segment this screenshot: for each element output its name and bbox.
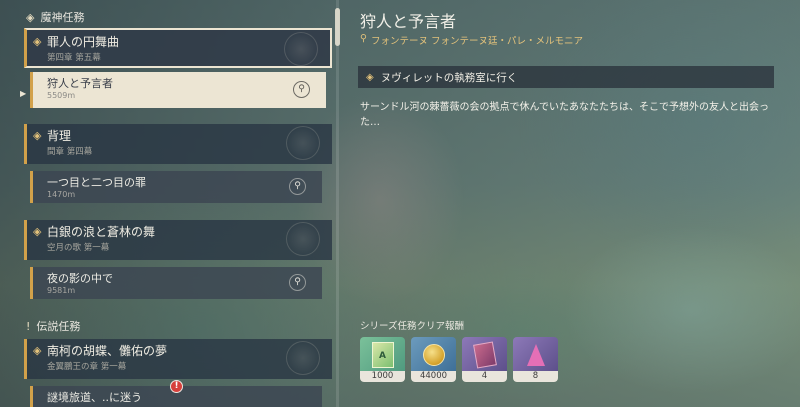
chapter-emblem-icon [286, 126, 320, 160]
quest-detail-title: 狩人と予言者 [360, 12, 457, 31]
objective-bar[interactable]: ◈ ヌヴィレットの執務室に行く [358, 66, 774, 88]
quest-title: 夜の影の中で [47, 272, 113, 285]
chapter-sinners-waltz[interactable]: ◈ 罪人の円舞曲 第四章 第五幕 [24, 28, 332, 68]
mora-coin-icon [422, 343, 445, 366]
rewards-title: シリーズ任務クリア報酬 [360, 321, 465, 332]
reward-exp-book[interactable]: A 1000 [360, 337, 405, 382]
location-pin-icon[interactable]: ⚲ [289, 274, 306, 291]
scrollbar-thumb[interactable] [335, 8, 340, 46]
reward-count: 44000 [411, 371, 456, 382]
objective-text: ヌヴィレットの執務室に行く [380, 71, 518, 84]
exclamation-icon: ! [26, 319, 31, 333]
chapter-subtitle: 間章 第四幕 [47, 147, 93, 157]
quest-list-panel: ◈ 魔神任務 ◈ 罪人の円舞曲 第四章 第五幕 ▶ 狩人と予言者 5509m ⚲… [0, 0, 340, 407]
crystal-icon [526, 343, 545, 366]
chapter-subtitle: 金翼鵬王の章 第一幕 [47, 362, 127, 372]
quest-diamond-icon: ◈ [33, 129, 42, 142]
section-title: 魔神任務 [40, 11, 85, 24]
chapter-title: 白銀の浪と蒼林の舞 [47, 225, 156, 239]
chapter-emblem-icon [286, 222, 320, 256]
quest-diamond-icon: ◈ [33, 35, 42, 48]
chapter-paradox[interactable]: ◈ 背理 間章 第四幕 [24, 124, 332, 164]
quest-diamond-icon: ◈ [33, 225, 42, 238]
section-title: 伝説任務 [36, 320, 81, 333]
chapter-title: 南柯の胡蝶、儺佑の夢 [47, 344, 168, 358]
exp-book-icon: A [371, 341, 394, 368]
chapter-title: 罪人の円舞曲 [47, 35, 120, 49]
section-header-legend-quests: ! 伝説任務 [26, 318, 80, 334]
location-pin-icon[interactable]: ⚲ [293, 81, 310, 98]
location-text: フォンテーヌ フォンテーヌ廷・パレ・メルモニア [370, 36, 583, 47]
alert-badge-icon: ! [170, 380, 183, 393]
reward-count: 1000 [360, 371, 405, 382]
quest-title: 一つ目と二つ目の罪 [47, 176, 146, 189]
talent-book-icon [472, 340, 497, 369]
quest-diamond-icon: ◈ [366, 71, 374, 83]
quest-description: サーンドル河の棘薔薇の会の拠点で休んでいたあなたたちは、そこで予想外の友人と出会… [360, 102, 769, 128]
quest-distance: 5509m [47, 91, 76, 100]
quest-title: 狩人と予言者 [47, 77, 113, 90]
chapter-subtitle: 第四章 第五幕 [47, 53, 101, 63]
selected-arrow-icon: ▶ [20, 89, 27, 98]
chapter-title: 背理 [47, 129, 72, 143]
quest-distance: 9581m [47, 286, 76, 295]
quest-title: 謎境旅道、..に迷う [47, 391, 142, 404]
chapter-subtitle: 空月の歌 第一幕 [47, 243, 110, 253]
quest-diamond-icon: ◈ [33, 344, 42, 357]
quest-distance: 1470m [47, 190, 76, 199]
location-pin-icon: ⚲ [360, 33, 367, 44]
quest-item-first-and-second-sin[interactable]: 一つ目と二つ目の罪 1470m ⚲ [30, 171, 322, 203]
chapter-silver-wave[interactable]: ◈ 白銀の浪と蒼林の舞 空月の歌 第一幕 [24, 220, 332, 260]
reward-talent-book[interactable]: 4 [462, 337, 507, 382]
quest-diamond-icon: ◈ [26, 10, 35, 24]
reward-crystal[interactable]: 8 [513, 337, 558, 382]
chapter-emblem-icon [286, 341, 320, 375]
reward-count: 4 [462, 371, 507, 382]
scrollbar-track[interactable] [336, 0, 339, 407]
quest-item-hunter-and-prophet[interactable]: 狩人と予言者 5509m ⚲ [30, 72, 326, 108]
section-header-archon-quests: ◈ 魔神任務 [26, 9, 84, 25]
chapter-butterfly-dream[interactable]: ◈ 南柯の胡蝶、儺佑の夢 金翼鵬王の章 第一幕 [24, 339, 332, 379]
chapter-emblem-icon [284, 32, 318, 66]
quest-item-in-night-shadow[interactable]: 夜の影の中で 9581m ⚲ [30, 267, 322, 299]
quest-location: ⚲ フォンテーヌ フォンテーヌ廷・パレ・メルモニア [360, 33, 583, 47]
reward-mora[interactable]: 44000 [411, 337, 456, 382]
reward-count: 8 [513, 371, 558, 382]
location-pin-icon[interactable]: ⚲ [289, 178, 306, 195]
